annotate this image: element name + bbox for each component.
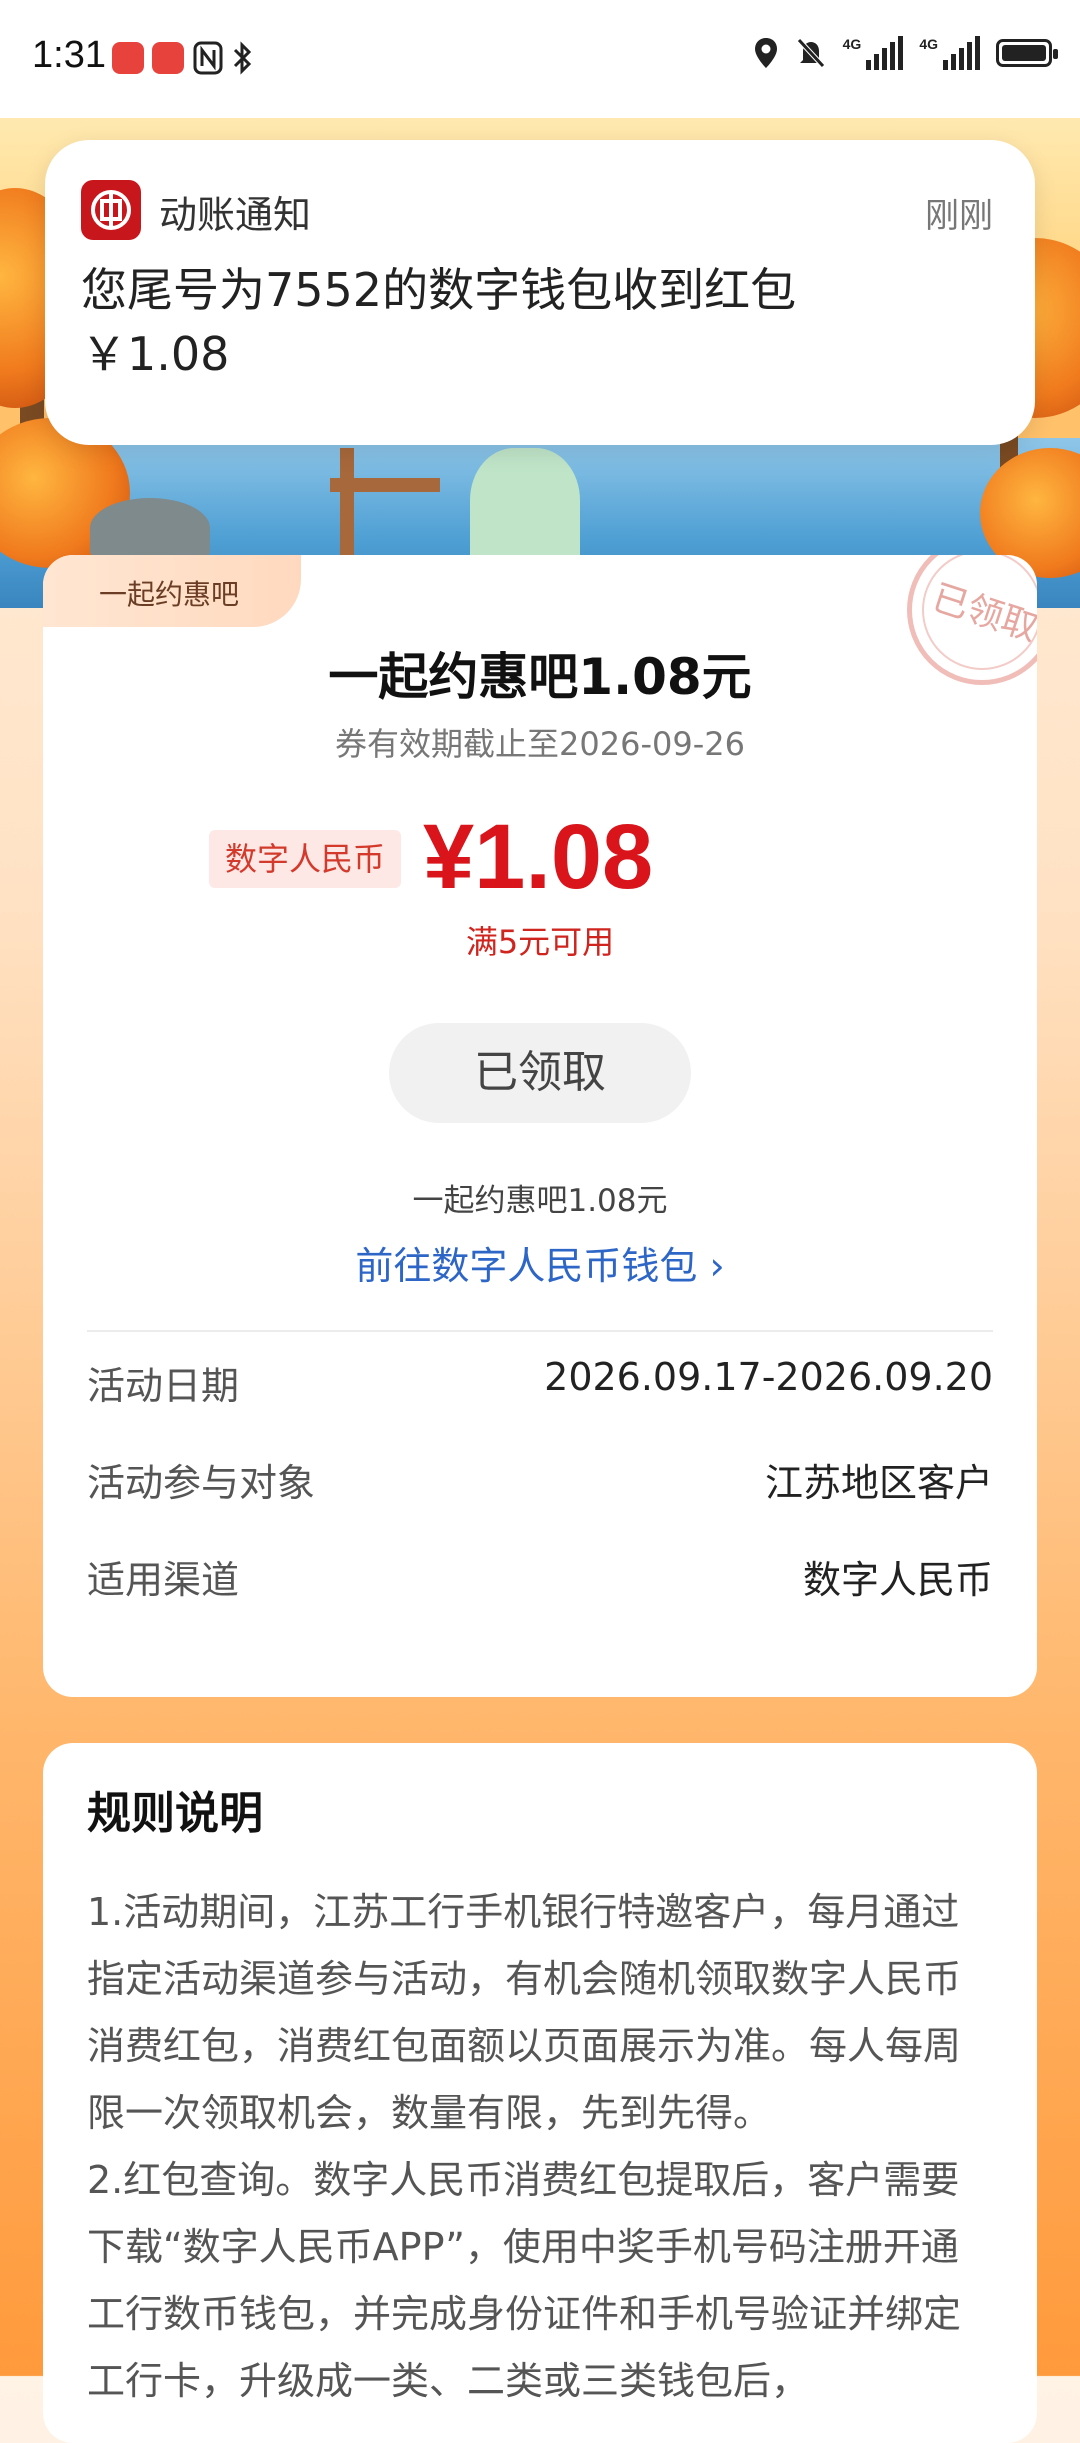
campaign-tag: 一起约惠吧 — [43, 555, 301, 627]
notification-app-name: 动账通知 — [159, 193, 312, 237]
goto-wallet-link[interactable]: 前往数字人民币钱包 › — [43, 1235, 1037, 1290]
notification-line: 您尾号为7552的数字钱包收到红包 — [81, 263, 797, 317]
bluetooth-icon — [233, 41, 252, 75]
rules-card: 规则说明 1.活动期间，江苏工行手机银行特邀客户，每月通过指定活动渠道参与活动，… — [43, 1743, 1037, 2443]
detail-label: 适用渠道 — [87, 1558, 240, 1602]
divider — [87, 1330, 993, 1332]
battery-icon — [996, 39, 1058, 67]
rules-body: 1.活动期间，江苏工行手机银行特邀客户，每月通过指定活动渠道参与活动，有机会随机… — [87, 1879, 993, 2415]
rules-paragraph: 1.活动期间，江苏工行手机银行特邀客户，每月通过指定活动渠道参与活动，有机会随机… — [87, 1890, 962, 2135]
detail-value: 江苏地区客户 — [764, 1461, 993, 1505]
notification-body: 您尾号为7552的数字钱包收到红包 ￥1.08 — [81, 258, 796, 386]
detail-label: 活动参与对象 — [87, 1461, 316, 1505]
min-spend: 满5元可用 — [465, 923, 615, 961]
location-icon — [754, 38, 777, 68]
coupon-subtitle: 一起约惠吧1.08元 — [412, 1183, 668, 1219]
huawei-app-icon — [152, 42, 184, 74]
nfc-icon — [193, 41, 223, 75]
status-bar: 1:31 4G 4G — [0, 0, 1080, 118]
coupon-card: 一起约惠吧 已领取 一起约惠吧1.08元 券有效期截止至2026-09-26 数… — [43, 555, 1037, 1697]
rock — [90, 498, 210, 558]
campaign-tag-label: 一起约惠吧 — [99, 578, 240, 611]
currency-badge: 数字人民币 — [209, 830, 402, 888]
signal-icon: 4G — [843, 36, 904, 70]
notification-banner[interactable]: 动账通知 刚刚 您尾号为7552的数字钱包收到红包 ￥1.08 — [45, 140, 1035, 445]
coupon-title: 一起约惠吧1.08元 — [328, 648, 752, 706]
mute-icon — [796, 38, 825, 68]
detail-value: 2026.09.17-2026.09.20 — [544, 1355, 993, 1399]
huawei-app-icon — [112, 42, 144, 74]
notification-time: 刚刚 — [925, 196, 993, 236]
status-time: 1:31 — [32, 34, 106, 76]
coupon-amount: ¥1.08 — [423, 806, 654, 908]
rules-paragraph: 2.红包查询。数字人民币消费红包提取后，客户需要下载“数字人民币APP”，使用中… — [87, 2158, 962, 2403]
icbc-logo-icon — [81, 180, 141, 240]
coupon-validity: 券有效期截止至2026-09-26 — [335, 725, 745, 763]
detail-value: 数字人民币 — [802, 1558, 993, 1602]
claimed-button[interactable]: 已领取 — [389, 1023, 691, 1123]
detail-row: 适用渠道 数字人民币 — [87, 1549, 993, 1609]
notification-amount: ￥1.08 — [81, 327, 230, 381]
rules-title: 规则说明 — [87, 1788, 263, 1839]
signal-icon: 4G — [919, 36, 980, 70]
status-right: 4G 4G — [753, 36, 1058, 70]
detail-row: 活动日期 2026.09.17-2026.09.20 — [87, 1355, 993, 1415]
detail-label: 活动日期 — [87, 1364, 240, 1408]
chair — [340, 448, 354, 558]
detail-row: 活动参与对象 江苏地区客户 — [87, 1452, 993, 1512]
